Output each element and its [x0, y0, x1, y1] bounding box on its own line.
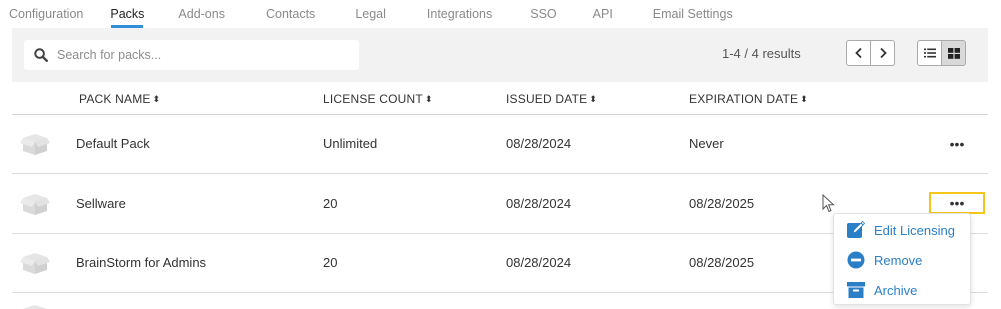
column-header-pack-name[interactable]: PACK NAME ⬍: [79, 92, 160, 106]
more-icon: •••: [949, 195, 965, 211]
search-input[interactable]: [57, 48, 347, 62]
license-count: 20: [323, 255, 338, 270]
tab-configuration[interactable]: Configuration: [9, 0, 83, 28]
package-icon: [20, 134, 50, 155]
more-icon: •••: [949, 136, 965, 152]
package-icon: [20, 253, 50, 274]
table-row[interactable]: Default Pack Unlimited 08/28/2024 Never …: [12, 115, 988, 174]
tab-add-ons[interactable]: Add-ons: [178, 0, 225, 28]
package-icon: [20, 194, 50, 215]
row-actions-button[interactable]: •••: [929, 192, 985, 214]
edit-icon: [846, 220, 866, 240]
tab-legal[interactable]: Legal: [355, 0, 386, 28]
row-actions-menu: Edit Licensing Remove Archive: [833, 213, 971, 305]
expiration-date: 08/28/2025: [689, 196, 755, 211]
row-actions-button[interactable]: •••: [942, 136, 972, 152]
tab-api[interactable]: API: [593, 0, 613, 28]
tab-bar: Configuration Packs Add-ons Contacts Leg…: [0, 0, 1001, 28]
issued-date: 08/28/2024: [506, 136, 572, 151]
list-view-button[interactable]: [917, 40, 942, 66]
sort-icon: ⬍: [800, 94, 808, 104]
previous-page-button[interactable]: [846, 40, 871, 66]
license-count: 20: [323, 196, 338, 211]
packs-toolbar: 1-4 / 4 results: [12, 28, 988, 82]
expiration-date: Never: [689, 136, 724, 151]
column-header-expiration-date[interactable]: EXPIRATION DATE ⬍: [689, 92, 808, 106]
tab-integrations[interactable]: Integrations: [427, 0, 492, 28]
sort-icon: ⬍: [589, 94, 598, 104]
pack-name: BrainStorm for Admins: [76, 255, 207, 270]
list-icon: [923, 48, 936, 58]
license-count: Unlimited: [323, 136, 378, 151]
grid-view-button[interactable]: [941, 40, 966, 66]
menu-item-archive[interactable]: Archive: [834, 276, 972, 304]
pack-name: Default Pack: [76, 136, 150, 151]
sort-icon: ⬍: [152, 94, 161, 104]
column-header-issued-date[interactable]: ISSUED DATE ⬍: [506, 92, 597, 106]
mouse-cursor-icon: [822, 194, 835, 213]
archive-icon: [846, 280, 866, 300]
tab-packs[interactable]: Packs: [110, 0, 144, 28]
remove-icon: [846, 250, 866, 270]
results-count: 1-4 / 4 results: [722, 46, 801, 61]
tab-email-settings[interactable]: Email Settings: [653, 0, 733, 28]
search-box[interactable]: [24, 40, 359, 70]
issued-date: 08/28/2024: [506, 255, 572, 270]
search-icon: [34, 48, 48, 62]
sort-icon: ⬍: [424, 94, 433, 104]
pack-name: Sellware: [76, 196, 126, 211]
grid-icon: [947, 47, 960, 59]
next-page-button[interactable]: [870, 40, 895, 66]
expiration-date: 08/28/2025: [689, 255, 755, 270]
chevron-right-icon: [879, 47, 887, 59]
tab-contacts[interactable]: Contacts: [266, 0, 315, 28]
menu-item-remove[interactable]: Remove: [834, 246, 972, 274]
issued-date: 08/28/2024: [506, 196, 572, 211]
column-header-license-count[interactable]: LICENSE COUNT ⬍: [323, 92, 433, 106]
table-header: PACK NAME ⬍ LICENSE COUNT ⬍ ISSUED DATE ⬍ E…: [12, 82, 988, 115]
chevron-left-icon: [854, 47, 862, 59]
tab-sso[interactable]: SSO: [530, 0, 556, 28]
package-icon: [23, 305, 47, 309]
menu-item-edit-licensing[interactable]: Edit Licensing: [834, 216, 972, 244]
